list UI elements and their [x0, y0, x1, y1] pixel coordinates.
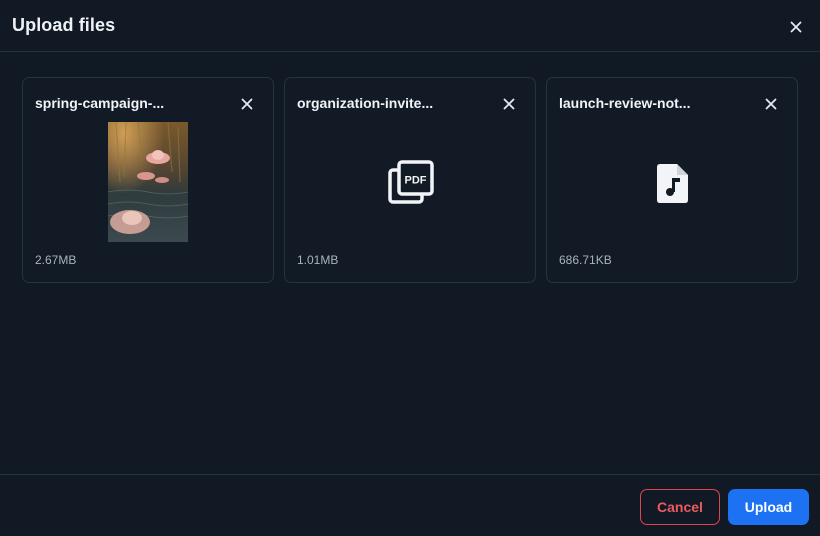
dialog-close-icon[interactable] [786, 17, 806, 37]
file-card: spring-campaign-... 2.67MB [22, 77, 274, 283]
upload-button[interactable]: Upload [728, 489, 809, 525]
dialog-footer: Cancel Upload [0, 474, 820, 536]
file-name: organization-invite... [297, 95, 434, 111]
svg-text:PDF: PDF [405, 175, 427, 187]
file-card: launch-review-not... 686.71KB [546, 77, 798, 283]
file-size: 1.01MB [297, 253, 339, 267]
pdf-icon: PDF [388, 160, 434, 206]
cancel-button[interactable]: Cancel [640, 489, 720, 525]
image-thumbnail [108, 122, 188, 242]
remove-file-icon[interactable] [761, 94, 781, 114]
file-name: spring-campaign-... [35, 95, 165, 111]
dialog-title: Upload files [12, 15, 116, 35]
audio-file-icon [650, 160, 696, 206]
dialog-header: Upload files [0, 0, 820, 52]
remove-file-icon[interactable] [499, 94, 519, 114]
file-size: 686.71KB [559, 253, 612, 267]
remove-file-icon[interactable] [237, 94, 257, 114]
file-card: organization-invite... PDF 1.01MB [284, 77, 536, 283]
file-size: 2.67MB [35, 253, 77, 267]
file-name: launch-review-not... [559, 95, 691, 111]
